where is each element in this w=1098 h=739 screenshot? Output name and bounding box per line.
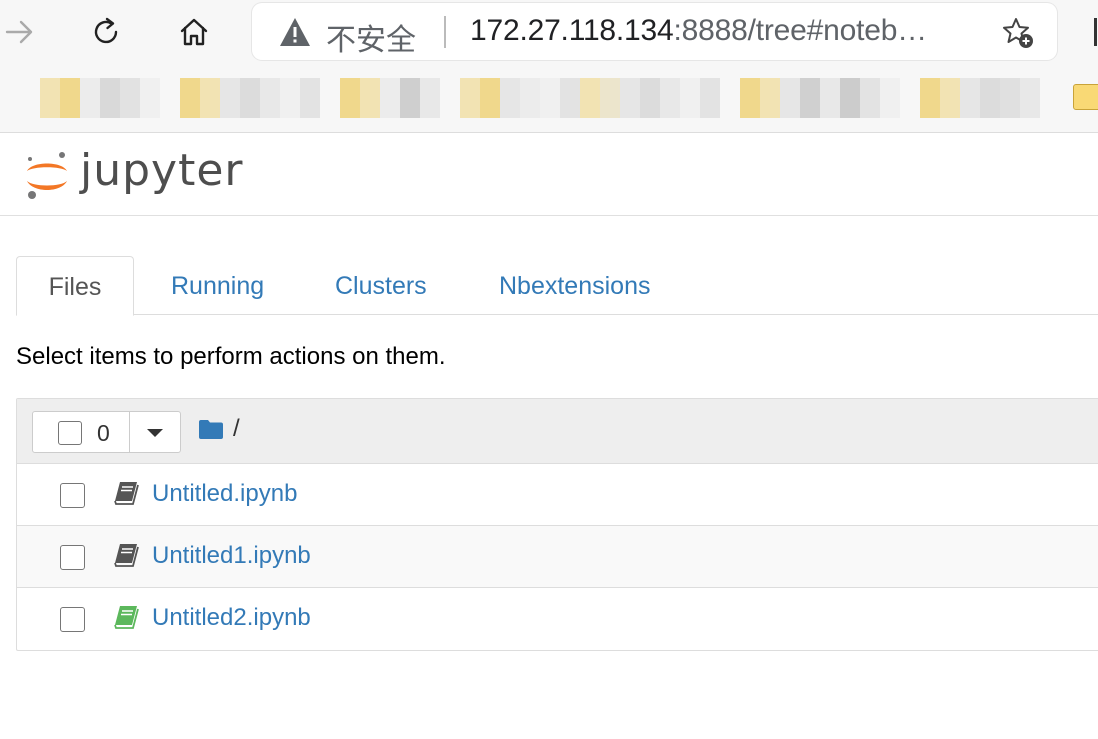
- url-host: 172.27.118.134: [470, 14, 674, 47]
- file-row[interactable]: Untitled1.ipynb: [17, 526, 1098, 588]
- selection-hint: Select items to perform actions on them.: [16, 343, 446, 370]
- tab-nbextensions[interactable]: Nbextensions: [499, 256, 650, 314]
- notebook-icon: [114, 482, 139, 505]
- forward-icon[interactable]: [2, 14, 38, 50]
- jupyter-header: jupyter: [0, 133, 1098, 216]
- file-name-link[interactable]: Untitled2.ipynb: [152, 604, 311, 632]
- bookmark-item[interactable]: [40, 78, 160, 118]
- jupyter-logo-icon[interactable]: [24, 147, 70, 203]
- tab-bar: Files Running Clusters Nbextensions: [16, 256, 1098, 316]
- select-all-button[interactable]: 0: [32, 411, 132, 453]
- file-checkbox[interactable]: [60, 607, 85, 632]
- notebook-icon: [114, 544, 139, 567]
- browser-toolbar: 不安全 172.27.118.134:8888/tree#noteb…: [0, 0, 1098, 66]
- caret-down-icon: [147, 429, 163, 437]
- bookmark-item[interactable]: [180, 78, 320, 118]
- bookmark-item[interactable]: [340, 78, 440, 118]
- home-icon[interactable]: [176, 14, 212, 50]
- breadcrumb-root[interactable]: /: [233, 415, 240, 443]
- select-all-checkbox[interactable]: [58, 421, 82, 445]
- tab-files[interactable]: Files: [16, 256, 134, 316]
- selected-count: 0: [97, 420, 110, 446]
- refresh-icon[interactable]: [88, 14, 124, 50]
- warning-icon[interactable]: [278, 16, 312, 48]
- bookmark-item[interactable]: [460, 78, 720, 118]
- file-name-link[interactable]: Untitled.ipynb: [152, 480, 297, 508]
- bookmark-item[interactable]: [920, 78, 1040, 118]
- file-name-link[interactable]: Untitled1.ipynb: [152, 542, 311, 570]
- file-checkbox[interactable]: [60, 545, 85, 570]
- url-rest: :8888/tree#noteb…: [673, 14, 928, 47]
- select-dropdown-button[interactable]: [129, 411, 181, 453]
- file-row[interactable]: Untitled2.ipynb: [17, 588, 1098, 649]
- running-notebook-icon: [114, 606, 139, 629]
- favorite-add-icon[interactable]: [1000, 15, 1036, 51]
- file-checkbox[interactable]: [60, 483, 85, 508]
- file-list: 0 / Untitled.ipynb Untitled1.ipynb Untit…: [16, 398, 1098, 651]
- bookmarks-bar: [0, 66, 1098, 133]
- tab-running[interactable]: Running: [171, 256, 264, 314]
- file-row[interactable]: Untitled.ipynb: [17, 464, 1098, 526]
- file-list-header: 0 /: [17, 399, 1098, 464]
- security-label[interactable]: 不安全: [326, 15, 416, 59]
- bookmark-item[interactable]: [740, 78, 900, 118]
- url-text[interactable]: 172.27.118.134:8888/tree#noteb…: [470, 14, 927, 48]
- toolbar-edge-divider: [1094, 18, 1097, 46]
- tab-clusters[interactable]: Clusters: [335, 256, 427, 314]
- address-bar[interactable]: 不安全 172.27.118.134:8888/tree#noteb…: [252, 3, 1057, 60]
- address-separator: [444, 16, 446, 48]
- folder-icon[interactable]: [199, 419, 223, 439]
- jupyter-wordmark[interactable]: jupyter: [80, 145, 244, 196]
- bookmarks-folder-icon[interactable]: [1073, 84, 1098, 110]
